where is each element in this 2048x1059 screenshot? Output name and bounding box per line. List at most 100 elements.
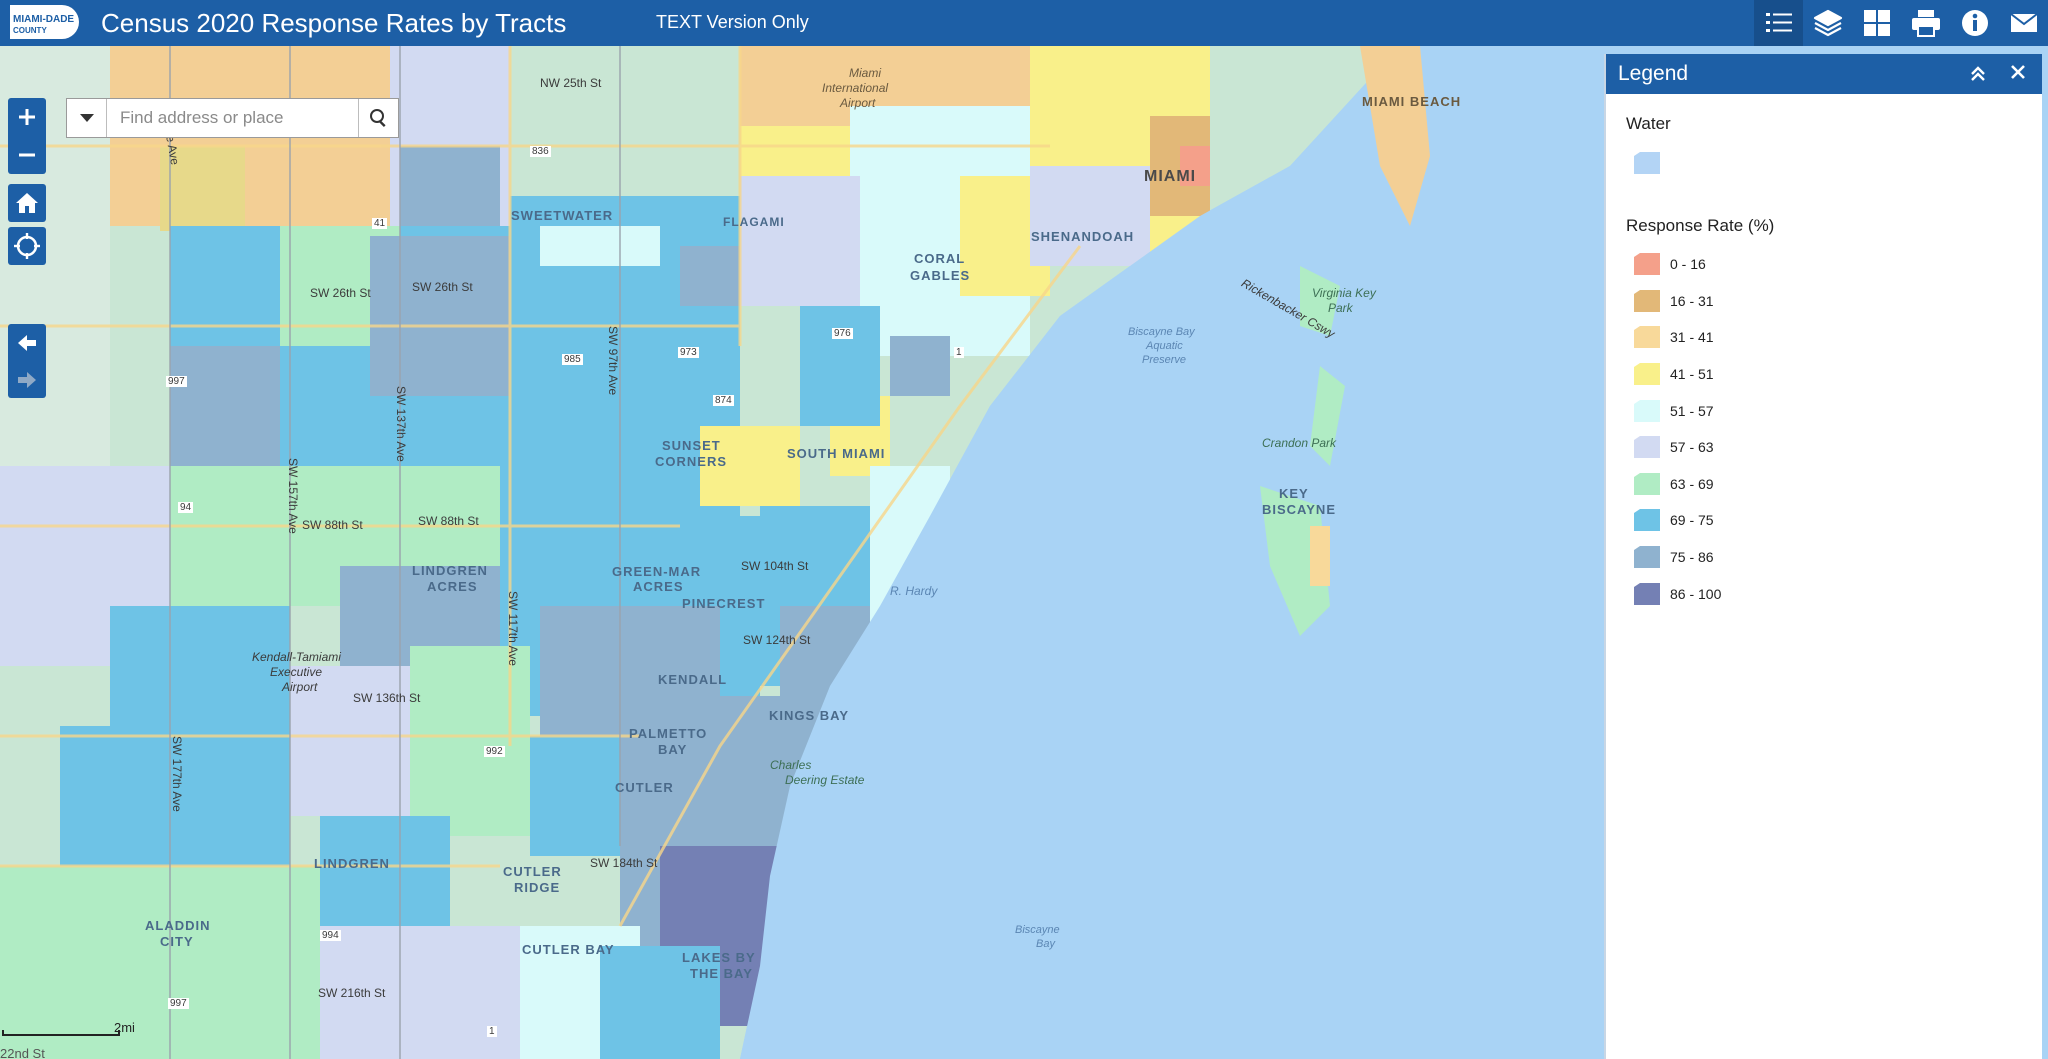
next-extent-button[interactable]: [8, 361, 46, 398]
map-label-harris: R. Hardy: [890, 584, 938, 598]
search-widget: [66, 98, 399, 138]
legend-panel: Legend Water Response Rate (%) 0 - 16 16 …: [1604, 54, 2042, 1059]
legend-item-label: 0 - 16: [1670, 256, 1706, 273]
legend-close-button[interactable]: [2006, 61, 2030, 85]
map-label-charles-1: Charles: [770, 758, 812, 772]
map-label-sw124: SW 124th St: [743, 633, 811, 647]
search-icon: [369, 109, 386, 128]
route-997b-shield: 997: [168, 998, 189, 1009]
legend-swatch: [1634, 546, 1660, 569]
layers-button[interactable]: [1803, 0, 1852, 46]
map-label-sw104: SW 104th St: [741, 559, 809, 573]
text-version-link[interactable]: TEXT Version Only: [656, 11, 809, 33]
legend-item: 75 - 86: [1626, 539, 2042, 576]
map-label-biscayne-bay-1: Biscayne: [1015, 924, 1060, 936]
census-tracts-map[interactable]: [0, 46, 1604, 1059]
map-label-kendall-tamiami-3: Airport: [282, 680, 318, 694]
map-label-sw136: SW 136th St: [353, 691, 421, 705]
map-label-sw157: SW 157th Ave: [286, 458, 300, 534]
legend-item: 41 - 51: [1626, 356, 2042, 393]
home-icon: [16, 193, 38, 213]
scale-bar-line: [2, 1030, 120, 1036]
map-label-sw137: SW 137th Ave: [394, 386, 408, 462]
map-label-cutler-ridge-2: RIDGE: [514, 880, 561, 895]
legend-item-label: 31 - 41: [1670, 329, 1714, 346]
mail-button[interactable]: [1999, 0, 2048, 46]
map-label-virginia-park: Park: [1328, 301, 1353, 315]
basemap-gallery-button[interactable]: [1852, 0, 1901, 46]
map-label-sw88b: SW 88th St: [418, 514, 479, 528]
map-label-green-mar-acres: ACRES: [633, 579, 684, 594]
map-label-kendall-tamiami-2: Executive: [270, 665, 323, 679]
arrow-left-icon: [18, 334, 36, 351]
route-874-shield: 874: [713, 395, 734, 406]
search-source-dropdown[interactable]: [67, 99, 107, 137]
map-label-sw88a: SW 88th St: [302, 518, 363, 532]
map-label-sw177: SW 177th Ave: [170, 736, 184, 812]
legend-button[interactable]: [1754, 0, 1803, 46]
route-997-shield: 997: [166, 376, 187, 387]
legend-water-swatch: [1634, 152, 1660, 174]
print-icon: [1911, 10, 1940, 37]
double-chevron-up-icon: [1971, 66, 1985, 81]
legend-response-heading: Response Rate (%): [1626, 216, 1775, 235]
home-button[interactable]: [8, 184, 46, 222]
map-label-sw216: SW 216th St: [318, 986, 386, 1000]
app: MIAMI-DADE COUNTY Census 2020 Response R…: [0, 0, 2048, 1059]
legend-item-label: 86 - 100: [1670, 585, 1722, 602]
legend-swatch: [1634, 253, 1660, 276]
legend-item-label: 51 - 57: [1670, 402, 1714, 419]
legend-item-label: 69 - 75: [1670, 512, 1714, 529]
map-view[interactable]: MIAMI MIAMI BEACH SWEETWATER FLAGAMI COR…: [0, 46, 1604, 1059]
info-button[interactable]: [1950, 0, 1999, 46]
legend-swatch: [1634, 436, 1660, 459]
legend-item: 31 - 41: [1626, 319, 2042, 356]
legend-swatch: [1634, 509, 1660, 532]
scale-bar-label: 2mi: [114, 1020, 135, 1035]
map-label-sw117: SW 117th Ave: [506, 591, 520, 666]
map-label-kendall: KENDALL: [658, 672, 728, 687]
legend-swatch: [1634, 289, 1660, 312]
map-label-flagami: FLAGAMI: [723, 215, 785, 229]
map-label-crandon: Crandon Park: [1262, 436, 1337, 450]
map-label-coral: CORAL: [914, 251, 966, 266]
search-input[interactable]: [107, 99, 358, 137]
plus-icon: [19, 109, 35, 125]
legend-water-heading: Water: [1626, 114, 1671, 133]
legend-item: 51 - 57: [1626, 392, 2042, 429]
map-label-bb-preserve-1: Biscayne Bay: [1128, 326, 1195, 338]
map-label-shenandoah: SHENANDOAH: [1031, 229, 1135, 244]
crosshair-icon: [14, 233, 40, 259]
print-button[interactable]: [1901, 0, 1950, 46]
map-label-pinecrest: PINECREST: [682, 596, 766, 611]
route-973-shield: 973: [678, 347, 699, 358]
map-label-lindgren-acres-2: ACRES: [427, 579, 478, 594]
map-label-sw184: SW 184th St: [590, 856, 658, 870]
map-label-miami: MIAMI: [1144, 168, 1197, 185]
previous-extent-button[interactable]: [8, 324, 46, 361]
legend-item: 16 - 31: [1626, 283, 2042, 320]
zoom-control: [8, 98, 46, 174]
map-label-cutler: CUTLER: [615, 780, 674, 795]
map-label-virginia-key: Virginia Key: [1312, 286, 1376, 300]
route-41-shield: 41: [372, 218, 388, 229]
zoom-in-button[interactable]: [8, 98, 46, 136]
map-label-key: KEY: [1279, 486, 1309, 501]
legend-body: Water Response Rate (%) 0 - 16 16 - 31 31 …: [1606, 94, 2042, 612]
caret-down-icon: [79, 114, 94, 122]
search-button[interactable]: [358, 99, 398, 137]
map-label-biscayne-bay-2: Bay: [1036, 938, 1055, 950]
legend-item: 86 - 100: [1626, 575, 2042, 612]
legend-item-label: 16 - 31: [1670, 292, 1714, 309]
app-header: MIAMI-DADE COUNTY Census 2020 Response R…: [0, 0, 2048, 46]
map-label-sw97: SW 97th Ave: [606, 326, 620, 396]
map-label-corners: CORNERS: [655, 454, 728, 469]
zoom-out-button[interactable]: [8, 136, 46, 174]
map-label-south-miami: SOUTH MIAMI: [787, 446, 886, 461]
locate-button[interactable]: [8, 227, 46, 265]
arrow-right-icon: [18, 371, 36, 388]
close-icon: [2011, 65, 2025, 79]
legend-collapse-button[interactable]: [1966, 62, 1990, 86]
map-label-palmetto: PALMETTO: [629, 726, 708, 741]
legend-items: 0 - 16 16 - 31 31 - 41 41 - 51 51 - 57 57 - 6…: [1626, 246, 2042, 612]
